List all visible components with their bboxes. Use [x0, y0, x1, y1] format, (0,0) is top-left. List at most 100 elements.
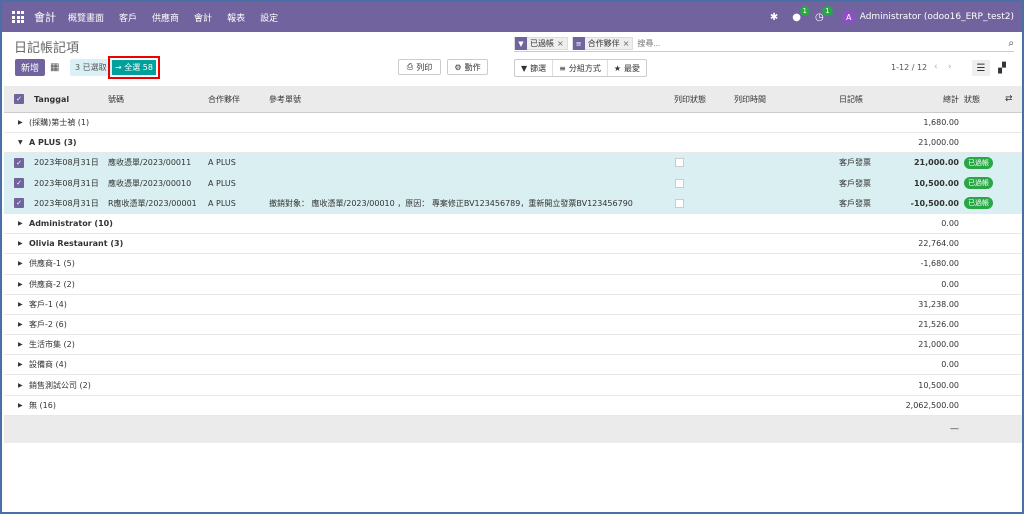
col-partner[interactable]: 合作夥伴	[208, 94, 240, 105]
layers-icon: ≡	[572, 37, 585, 50]
group-row[interactable]: ▶ 供應商-1 (5) -1,680.00	[4, 254, 1022, 275]
row-checkbox[interactable]: ✓	[14, 178, 24, 189]
search-input[interactable]	[637, 39, 838, 48]
favorites-label: 最愛	[624, 63, 641, 73]
nav-item-reports[interactable]: 報表	[227, 11, 245, 24]
group-row[interactable]: ▶ Olivia Restaurant (3) 22,764.00	[4, 234, 1022, 255]
printer-icon: ⎙	[406, 62, 414, 71]
footer-total: —	[950, 423, 959, 434]
app-window: 會計 概覽畫面 客戶 供應商 會計 報表 設定 ✱ ● 1 ◷ 1 A Admini…	[0, 0, 1024, 514]
caret-right-icon: ▶	[18, 119, 23, 127]
col-reference[interactable]: 參考單號	[269, 94, 301, 105]
filter-button[interactable]: ▼ 篩選	[515, 60, 554, 76]
list-view-icon[interactable]: ☰	[972, 60, 990, 76]
group-row[interactable]: ▶ 供應商-2 (2) 0.00	[4, 275, 1022, 295]
col-number[interactable]: 號碼	[108, 94, 124, 105]
filter-icon: ▼	[521, 63, 528, 73]
highlight-box: → 全選 58	[108, 56, 160, 79]
group-label: 無 (16)	[29, 400, 56, 410]
group-label: Olivia Restaurant (3)	[29, 239, 124, 249]
col-date[interactable]: Tanggal	[34, 95, 69, 104]
select-all-checkbox[interactable]: ✓	[14, 94, 24, 104]
search-options-group: ▼ 篩選 ≡ 分組方式 ★ 最愛	[514, 59, 648, 77]
status-badge: 已過帳	[964, 197, 993, 210]
print-button[interactable]: ⎙ 列印	[398, 59, 441, 75]
layers-icon: ≡	[559, 63, 566, 73]
column-settings-icon[interactable]: ⇄	[1005, 94, 1013, 104]
chat-badge: 1	[799, 5, 810, 16]
facet-posted[interactable]: ▼ 已過帳 ×	[514, 37, 568, 50]
action-button[interactable]: ⚙ 動作	[447, 59, 488, 75]
group-row[interactable]: ▶ (採購)第士禎 (1) 1,680.00	[4, 113, 1022, 134]
groupby-button[interactable]: ≡ 分組方式	[553, 60, 608, 76]
table-footer: —	[4, 415, 1022, 443]
group-total: 10,500.00	[918, 380, 959, 390]
nav-item-accounting[interactable]: 會計	[194, 11, 212, 24]
activity-badge: 1	[822, 5, 833, 16]
group-row[interactable]: ▶ 生活市集 (2) 21,000.00	[4, 335, 1022, 356]
apps-menu-icon[interactable]	[12, 11, 24, 23]
facet-label: 合作夥伴	[587, 39, 620, 48]
group-row[interactable]: ▶ 銷售測試公司 (2) 10,500.00	[4, 375, 1022, 396]
new-button[interactable]: 新增	[15, 59, 45, 76]
close-icon[interactable]: ×	[623, 39, 633, 48]
group-total: 2,062,500.00	[905, 400, 959, 410]
group-total: 0.00	[941, 219, 959, 229]
search-icon[interactable]: ⌕	[1008, 38, 1014, 49]
col-status[interactable]: 狀態	[964, 94, 980, 105]
table-row[interactable]: ✓ 2023年08月31日 應收憑單/2023/00010 A PLUS 客戶發…	[4, 173, 1022, 194]
cell-date: 2023年08月31日	[34, 178, 99, 188]
filter-icon: ▼	[515, 37, 527, 50]
pivot-view-icon[interactable]: ▞	[993, 60, 1011, 76]
group-total: 0.00	[941, 279, 959, 289]
caret-right-icon: ▶	[18, 280, 23, 288]
col-journal[interactable]: 日記帳	[839, 94, 863, 105]
table-icon[interactable]: ▦	[50, 62, 59, 73]
group-row[interactable]: ▶ 設備商 (4) 0.00	[4, 355, 1022, 376]
pager-value[interactable]: 1-12 / 12	[891, 63, 927, 72]
cell-date: 2023年08月31日	[34, 198, 99, 208]
row-checkbox[interactable]: ✓	[14, 198, 24, 209]
select-all-button[interactable]: → 全選 58	[112, 60, 156, 75]
search-bar: ▼ 已過帳 × ≡ 合作夥伴 × ⌕	[514, 36, 1014, 52]
cell-number: 應收憑單/2023/00011	[108, 158, 192, 168]
cell-partner: A PLUS	[208, 198, 236, 208]
cell-total: 10,500.00	[913, 178, 959, 188]
app-brand[interactable]: 會計	[34, 9, 56, 25]
group-row[interactable]: ▶ 無 (16) 2,062,500.00	[4, 396, 1022, 416]
gear-icon: ⚙	[454, 62, 462, 72]
caret-right-icon: ▶	[18, 220, 23, 228]
nav-item-vendors[interactable]: 供應商	[152, 11, 179, 24]
group-label: 銷售測試公司 (2)	[29, 380, 91, 390]
bug-icon[interactable]: ✱	[770, 12, 778, 23]
chevron-left-icon[interactable]: ‹	[934, 62, 938, 72]
nav-item-overview[interactable]: 概覽畫面	[68, 11, 104, 24]
close-icon[interactable]: ×	[557, 39, 567, 48]
group-row[interactable]: ▶ 客戶-2 (6) 21,526.00	[4, 315, 1022, 336]
chat-icon[interactable]: ● 1	[792, 5, 810, 23]
col-print-time[interactable]: 列印時間	[734, 94, 766, 105]
caret-right-icon: ▶	[18, 361, 23, 369]
group-row[interactable]: ▶ Administrator (10) 0.00	[4, 214, 1022, 235]
group-row[interactable]: ▼ A PLUS (3) 21,000.00	[4, 133, 1022, 154]
col-print-status[interactable]: 列印狀態	[674, 94, 706, 105]
cell-total: 21,000.00	[913, 158, 959, 168]
group-row[interactable]: ▶ 客戶-1 (4) 31,238.00	[4, 295, 1022, 315]
status-badge: 已過帳	[964, 177, 993, 190]
clock-icon[interactable]: ◷ 1	[815, 5, 833, 23]
chevron-right-icon[interactable]: ›	[948, 62, 952, 72]
cell-partner: A PLUS	[208, 158, 236, 168]
facet-partner[interactable]: ≡ 合作夥伴 ×	[571, 37, 634, 50]
nav-item-customers[interactable]: 客戶	[119, 11, 137, 24]
row-checkbox[interactable]: ✓	[14, 157, 24, 168]
table-row[interactable]: ✓ 2023年08月31日 R應收憑單/2023/00001 A PLUS 撤銷…	[4, 193, 1022, 214]
nav-item-settings[interactable]: 設定	[260, 11, 278, 24]
favorites-button[interactable]: ★ 最愛	[608, 60, 646, 76]
col-total[interactable]: 總計	[943, 94, 959, 105]
avatar[interactable]: A	[841, 10, 856, 24]
user-menu[interactable]: Administrator (odoo16_ERP_test2)	[860, 12, 1014, 22]
groupby-label: 分組方式	[568, 63, 601, 73]
table-row[interactable]: ✓ 2023年08月31日 應收憑單/2023/00011 A PLUS 客戶發…	[4, 153, 1022, 174]
group-label: 客戶-2 (6)	[29, 319, 67, 329]
cell-journal: 客戶發票	[839, 158, 871, 168]
